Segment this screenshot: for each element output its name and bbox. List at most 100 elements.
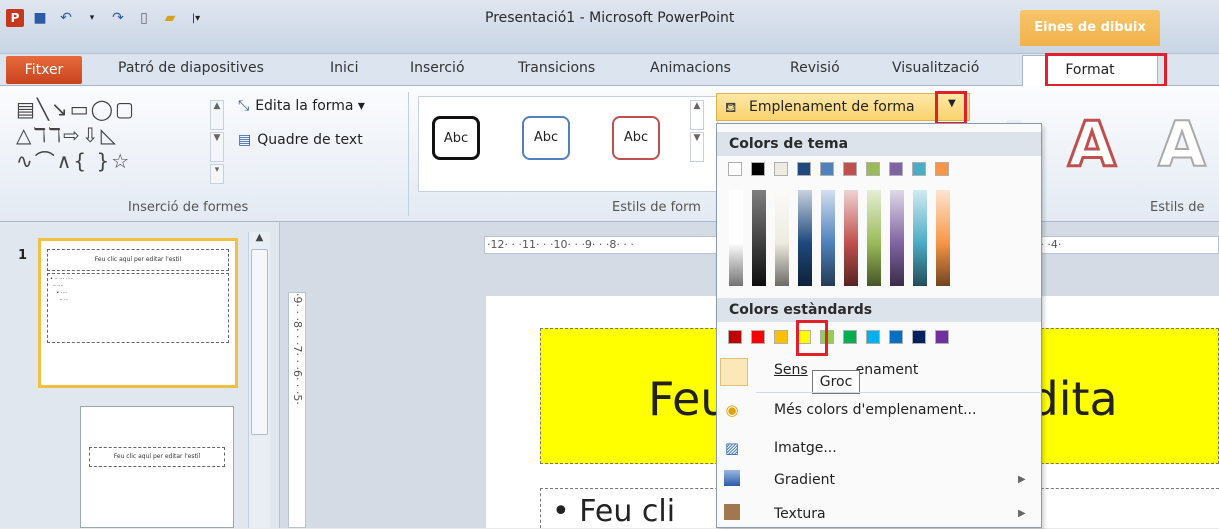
- new-document-icon[interactable]: ▯: [134, 8, 154, 28]
- standard-color-swatch[interactable]: [728, 330, 742, 344]
- standard-color-swatch[interactable]: [935, 330, 949, 344]
- shapes-row-2: △ℸℸ⇨⇩◺: [16, 123, 119, 147]
- undo-dropdown-icon[interactable]: ▾: [82, 8, 102, 28]
- tab-review[interactable]: Revisió: [790, 60, 840, 76]
- theme-shade-column[interactable]: [798, 190, 812, 286]
- shape-style-red[interactable]: Abc: [612, 116, 660, 160]
- theme-shade-column[interactable]: [752, 190, 766, 286]
- tab-file[interactable]: Fitxer: [6, 56, 82, 84]
- ruler-left-text: ·12· · ·11· · ·10· · ·9· · ·8· · ·: [487, 238, 634, 251]
- styles-scroll-down-icon[interactable]: ▼: [690, 132, 704, 162]
- more-fill-colors-item[interactable]: Més colors d'emplenament...: [774, 402, 976, 418]
- drawing-tools-context-label: Eines de dibuix: [1020, 10, 1160, 46]
- body-text-left: Feu cli: [579, 494, 676, 529]
- edit-shape-icon: ⤡: [238, 98, 250, 114]
- no-fill-swatch[interactable]: [720, 358, 748, 386]
- theme-colors-header: Colors de tema: [717, 132, 1041, 156]
- shape-style-blue[interactable]: Abc: [522, 116, 570, 160]
- texture-item[interactable]: Textura: [774, 506, 826, 522]
- shapes-scroll-up-icon[interactable]: ▲: [210, 100, 224, 130]
- edit-shape-button[interactable]: ⤡ Edita la forma ▾: [238, 98, 365, 114]
- no-fill-suffix: enament: [855, 362, 919, 378]
- theme-shade-column[interactable]: [775, 190, 789, 286]
- theme-shade-column[interactable]: [729, 190, 743, 286]
- dropdown-highlight: [935, 91, 967, 125]
- edit-shape-label: Edita la forma ▾: [255, 98, 365, 114]
- tab-home[interactable]: Inici: [330, 60, 358, 76]
- save-icon[interactable]: ■: [30, 8, 50, 28]
- standard-color-swatch[interactable]: [889, 330, 903, 344]
- text-box-label: Quadre de text: [257, 132, 363, 148]
- styles-scroll-up-icon[interactable]: ▲: [690, 100, 704, 130]
- tooltip-yellow: Groc: [812, 370, 860, 394]
- slides-scrollbar[interactable]: ▲: [248, 232, 270, 528]
- yellow-highlight: [796, 320, 828, 356]
- standard-color-swatch[interactable]: [843, 330, 857, 344]
- slide-number: 1: [18, 248, 28, 263]
- slide-thumbnail-2[interactable]: Feu clic aquí per editar l'estil: [80, 406, 234, 528]
- theme-shade-column[interactable]: [821, 190, 835, 286]
- theme-color-swatch[interactable]: [912, 162, 926, 176]
- theme-shade-column[interactable]: [913, 190, 927, 286]
- thumb2-title: Feu clic aquí per editar l'estil: [89, 447, 225, 467]
- theme-color-swatch[interactable]: [889, 162, 903, 176]
- shape-fill-label: Emplenament de forma: [749, 99, 915, 115]
- theme-shade-column[interactable]: [867, 190, 881, 286]
- standard-color-swatch[interactable]: [912, 330, 926, 344]
- theme-color-swatch[interactable]: [866, 162, 880, 176]
- quick-access-toolbar: P ■ ↶ ▾ ↷ ▯ ▰ |▾: [6, 6, 206, 30]
- texture-submenu-arrow-icon: ▶: [1018, 508, 1026, 519]
- picture-icon: ▨: [724, 439, 740, 457]
- undo-icon[interactable]: ↶: [56, 8, 76, 28]
- shapes-scroll-down-icon[interactable]: ▼: [210, 132, 224, 162]
- shapes-gallery[interactable]: ▤╲↘▭◯▢ △ℸℸ⇨⇩◺ ∿⌒∧{ }☆: [16, 96, 202, 186]
- text-box-button[interactable]: ▤ Quadre de text: [238, 132, 363, 148]
- standard-color-swatch[interactable]: [751, 330, 765, 344]
- body-bullet: •: [552, 494, 570, 529]
- theme-shade-column[interactable]: [890, 190, 904, 286]
- scroll-thumb[interactable]: [251, 249, 268, 435]
- powerpoint-logo-icon[interactable]: P: [6, 9, 24, 27]
- gradient-icon: [724, 470, 740, 486]
- open-folder-icon[interactable]: ▰: [160, 8, 180, 28]
- wordart-grey-a[interactable]: A: [1157, 107, 1207, 182]
- gradient-submenu-arrow-icon: ▶: [1018, 474, 1026, 485]
- wordart-red-a[interactable]: A: [1067, 107, 1118, 183]
- theme-color-swatch[interactable]: [935, 162, 949, 176]
- customize-toolbar-icon[interactable]: |▾: [186, 8, 206, 28]
- tab-slide-master[interactable]: Patró de diapositives: [118, 60, 264, 76]
- theme-shade-column[interactable]: [936, 190, 950, 286]
- shapes-more-icon[interactable]: ▾: [210, 164, 224, 184]
- theme-color-swatch[interactable]: [774, 162, 788, 176]
- thumb-title: Feu clic aquí per editar l'estil: [47, 249, 229, 271]
- paint-bucket-icon: ⛾: [725, 100, 737, 116]
- scroll-up-icon[interactable]: ▲: [249, 232, 270, 243]
- theme-color-swatch[interactable]: [843, 162, 857, 176]
- shapes-row-3: ∿⌒∧{ }☆: [16, 149, 132, 173]
- wordart-styles-group-label: Estils de: [1150, 200, 1205, 215]
- ribbon-separator: [408, 92, 409, 216]
- slide-thumbnail-1[interactable]: Feu clic aquí per editar l'estil • ·· ··…: [38, 238, 238, 388]
- theme-color-swatch[interactable]: [797, 162, 811, 176]
- picture-item[interactable]: Imatge...: [774, 440, 837, 456]
- fill-dropdown-menu: [716, 123, 1042, 528]
- shape-styles-group-label: Estils de form: [612, 200, 701, 215]
- standard-color-swatch[interactable]: [866, 330, 880, 344]
- theme-color-swatch[interactable]: [728, 162, 742, 176]
- theme-color-swatch[interactable]: [751, 162, 765, 176]
- tab-transitions[interactable]: Transicions: [518, 60, 595, 76]
- window-title: Presentació1 - Microsoft PowerPoint: [485, 10, 735, 26]
- gradient-item[interactable]: Gradient: [774, 472, 835, 488]
- menu-separator: [756, 392, 1040, 393]
- standard-color-swatch[interactable]: [774, 330, 788, 344]
- tab-view[interactable]: Visualització: [892, 60, 979, 76]
- shape-fill-button[interactable]: ⛾ Emplenament de forma: [716, 93, 970, 121]
- vertical-ruler: ·9· · ·8· · ·7· · ·6· · ·5·: [288, 292, 306, 528]
- insert-shapes-group-label: Inserció de formes: [128, 200, 249, 215]
- theme-shade-column[interactable]: [844, 190, 858, 286]
- redo-icon[interactable]: ↷: [108, 8, 128, 28]
- tab-animations[interactable]: Animacions: [650, 60, 731, 76]
- tab-insert[interactable]: Inserció: [410, 60, 465, 76]
- theme-color-swatch[interactable]: [820, 162, 834, 176]
- shape-style-black[interactable]: Abc: [432, 116, 480, 160]
